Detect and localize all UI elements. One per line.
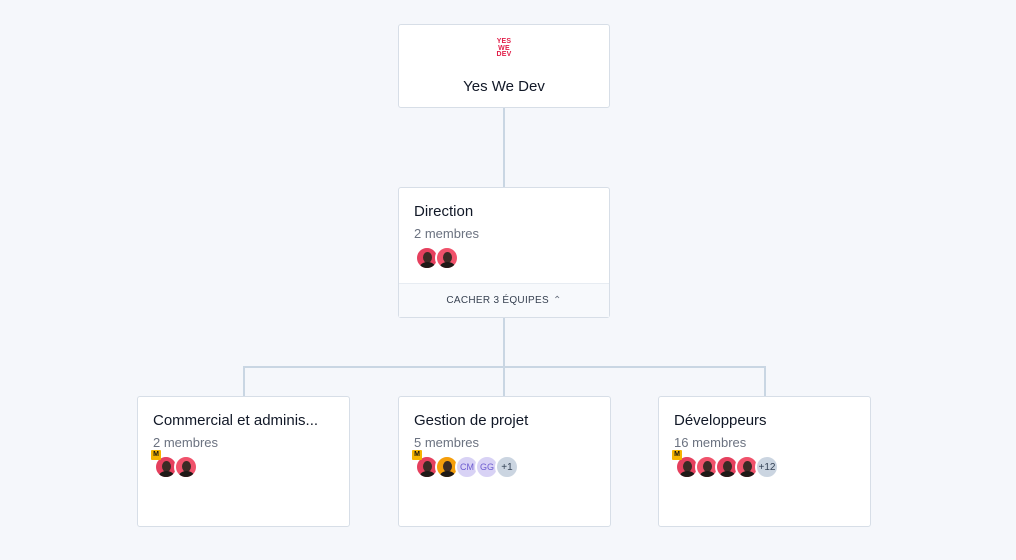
team-title: Gestion de projet <box>414 412 529 429</box>
avatar[interactable] <box>174 455 198 479</box>
toggle-teams-label: CACHER 3 ÉQUIPES <box>446 295 549 306</box>
team-card-commercial[interactable]: Commercial et adminis... 2 membres M <box>137 396 350 527</box>
org-root-title: Yes We Dev <box>463 78 545 95</box>
org-root-card[interactable]: YES WE DEV Yes We Dev <box>398 24 610 108</box>
team-card-gestion-projet[interactable]: Gestion de projet 5 membres CM GG +1 M <box>398 396 611 527</box>
avatar[interactable] <box>435 246 459 270</box>
manager-badge: M <box>151 450 161 460</box>
avatar-group: +12 M <box>672 450 779 479</box>
team-card-direction[interactable]: Direction 2 membres CACHER 3 ÉQUIPES ⌃ <box>398 187 610 318</box>
connector-team-3 <box>764 366 766 396</box>
connector-direction-down <box>503 318 505 367</box>
manager-badge: M <box>672 450 682 460</box>
avatar-more-count[interactable]: +12 <box>755 455 779 479</box>
avatar-group: CM GG +1 M <box>412 450 519 479</box>
connector-team-2 <box>503 366 505 396</box>
manager-badge: M <box>412 450 422 460</box>
org-chart: YES WE DEV Yes We Dev Direction 2 membres … <box>0 0 1016 560</box>
team-title: Direction <box>414 203 474 220</box>
member-count: 16 membres <box>674 435 747 450</box>
member-count: 5 membres <box>414 435 480 450</box>
avatar-group <box>415 246 459 270</box>
team-card-developpeurs[interactable]: Développeurs 16 membres +12 M <box>658 396 871 527</box>
member-count: 2 membres <box>414 226 480 241</box>
team-title: Développeurs <box>674 412 767 429</box>
member-count: 2 membres <box>153 435 219 450</box>
company-logo: YES WE DEV <box>496 38 512 58</box>
team-title: Commercial et adminis... <box>153 412 319 429</box>
chevron-up-icon: ⌃ <box>552 295 562 306</box>
connector-root-direction <box>503 108 505 187</box>
connector-team-1 <box>243 366 245 396</box>
avatar-more-count[interactable]: +1 <box>495 455 519 479</box>
toggle-teams-button[interactable]: CACHER 3 ÉQUIPES ⌃ <box>399 283 609 317</box>
avatar-group: M <box>151 450 198 479</box>
